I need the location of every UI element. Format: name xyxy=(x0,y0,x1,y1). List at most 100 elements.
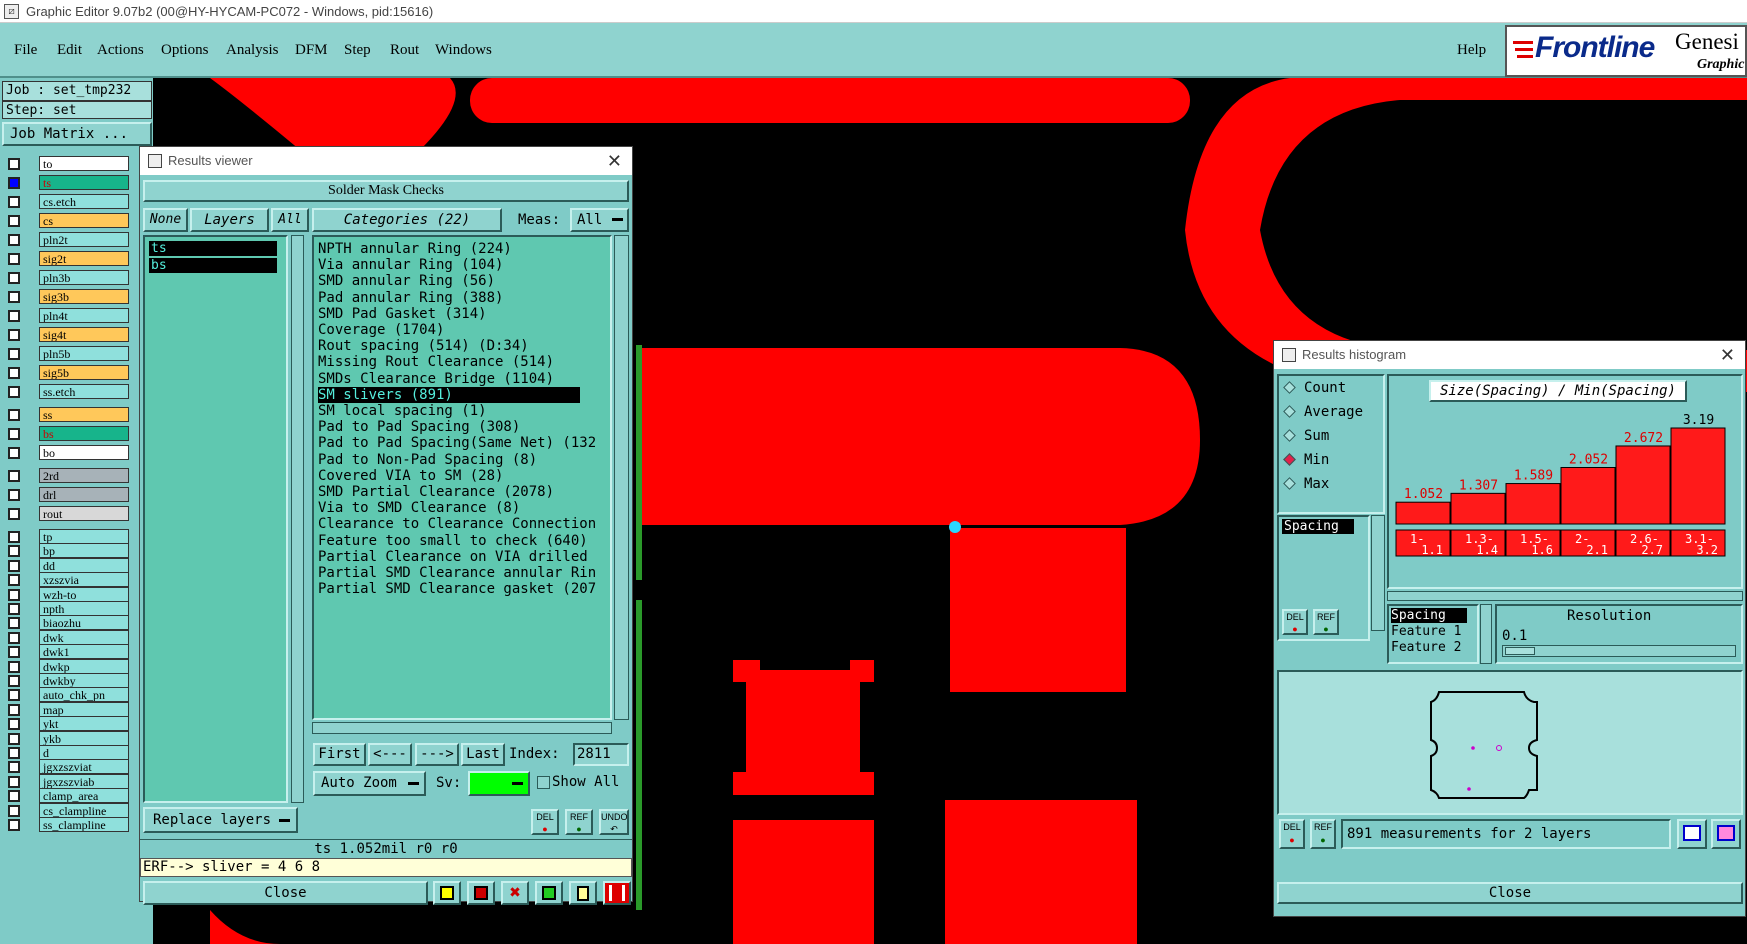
categories-scrollbar[interactable] xyxy=(614,235,629,720)
zoom-feature-button[interactable] xyxy=(1677,819,1707,849)
histogram-bar[interactable] xyxy=(1395,501,1451,525)
layer-row-ts[interactable]: ts xyxy=(6,175,129,191)
layer-checkbox[interactable] xyxy=(8,234,20,246)
layer-checkbox[interactable] xyxy=(8,761,20,774)
layer-checkbox[interactable] xyxy=(8,689,20,702)
layer-checkbox[interactable] xyxy=(8,545,20,558)
layer-row-rout[interactable]: rout xyxy=(6,506,129,522)
layer-row-to[interactable]: to xyxy=(6,156,129,172)
radio-icon[interactable] xyxy=(1283,453,1296,466)
layer-name[interactable]: sig2t xyxy=(39,251,129,266)
layer-row-ss.etch[interactable]: ss.etch xyxy=(6,384,129,400)
category-item[interactable]: Clearance to Clearance Connection xyxy=(318,516,596,532)
layer-row-drl[interactable]: drl xyxy=(6,487,129,503)
field-item[interactable]: Spacing xyxy=(1391,608,1467,623)
layer-results-list[interactable]: ts bs xyxy=(143,235,288,803)
close-icon[interactable]: ✕ xyxy=(607,147,622,175)
mode-max[interactable]: Max xyxy=(1283,476,1329,492)
histogram-bar[interactable] xyxy=(1615,445,1671,525)
result-layer-ts[interactable]: ts xyxy=(149,241,277,256)
mode-count[interactable]: Count xyxy=(1283,380,1346,396)
layer-row-sig5b[interactable]: sig5b xyxy=(6,365,129,381)
undo-button[interactable]: UNDO ↶ xyxy=(599,809,629,835)
menu-windows[interactable]: Windows xyxy=(435,42,492,59)
menu-file[interactable]: File xyxy=(14,42,37,59)
layer-checkbox[interactable] xyxy=(8,646,20,659)
layer-name[interactable]: pln3b xyxy=(39,270,129,285)
last-button[interactable]: Last xyxy=(461,743,505,766)
layer-checkbox[interactable] xyxy=(8,470,20,482)
layer-name[interactable]: bo xyxy=(39,445,129,460)
categories-list[interactable]: NPTH annular Ring (224) Via annular Ring … xyxy=(312,235,612,720)
layer-name[interactable]: dwkp xyxy=(39,658,129,674)
show-all-checkbox[interactable] xyxy=(537,776,550,789)
category-item[interactable]: SMD Partial Clearance (2078) xyxy=(318,484,554,500)
menu-help[interactable]: Help xyxy=(1457,42,1486,59)
category-item[interactable]: Via to SMD Clearance (8) xyxy=(318,500,520,516)
category-item[interactable]: Missing Rout Clearance (514) xyxy=(318,354,554,370)
layer-checkbox[interactable] xyxy=(8,329,20,341)
layer-row-2rd[interactable]: 2rd xyxy=(6,468,129,484)
category-item[interactable]: Coverage (1704) xyxy=(318,322,444,338)
layer-row-pln2t[interactable]: pln2t xyxy=(6,232,129,248)
layer-list-scrollbar[interactable] xyxy=(291,235,304,803)
layer-row-pln4t[interactable]: pln4t xyxy=(6,308,129,324)
job-matrix-button[interactable]: Job Matrix ... xyxy=(2,122,152,146)
next-button[interactable]: ---> xyxy=(415,743,459,766)
radio-icon[interactable] xyxy=(1283,405,1296,418)
layer-name[interactable]: cs.etch xyxy=(39,194,129,209)
layer-name[interactable]: dwkby xyxy=(39,673,129,688)
chart-hscrollbar[interactable] xyxy=(1387,591,1743,601)
layer-name[interactable]: sig4t xyxy=(39,327,129,342)
layer-name[interactable]: cs xyxy=(39,213,129,228)
layer-checkbox[interactable] xyxy=(8,703,20,716)
layer-name[interactable]: ss.etch xyxy=(39,384,129,399)
layer-checkbox[interactable] xyxy=(8,718,20,731)
layers-button[interactable]: Layers xyxy=(190,208,269,232)
layer-checkbox[interactable] xyxy=(8,409,20,421)
field-item[interactable]: Feature 1 xyxy=(1391,624,1467,639)
layer-row-cs.etch[interactable]: cs.etch xyxy=(6,194,129,210)
layer-checkbox[interactable] xyxy=(8,819,20,831)
layer-name[interactable]: ts xyxy=(39,175,129,190)
category-item[interactable]: Pad annular Ring (388) xyxy=(318,290,503,306)
layer-checkbox[interactable] xyxy=(8,158,20,170)
layer-name[interactable]: dwk1 xyxy=(39,644,129,660)
layer-checkbox[interactable] xyxy=(8,775,20,788)
layer-name[interactable]: bp xyxy=(39,543,129,559)
layer-row-sig2t[interactable]: sig2t xyxy=(6,251,129,267)
histogram-bar[interactable] xyxy=(1450,492,1506,525)
layer-name[interactable]: tp xyxy=(39,529,129,544)
layer-checkbox[interactable] xyxy=(8,253,20,265)
layer-checkbox[interactable] xyxy=(8,531,20,543)
histogram-bar[interactable] xyxy=(1505,483,1561,525)
layer-checkbox[interactable] xyxy=(8,489,20,501)
layer-checkbox[interactable] xyxy=(8,291,20,303)
resolution-slider[interactable] xyxy=(1502,645,1736,657)
radio-icon[interactable] xyxy=(1283,381,1296,394)
category-item[interactable]: Pad to Pad Spacing(Same Net) (132 xyxy=(318,435,596,451)
layer-name[interactable]: to xyxy=(39,156,129,171)
menu-actions[interactable]: Actions xyxy=(97,42,144,59)
fields-scrollbar[interactable] xyxy=(1480,604,1492,664)
category-item[interactable]: Feature too small to check (640) xyxy=(318,533,588,549)
layer-checkbox[interactable] xyxy=(8,603,20,615)
layer-checkbox[interactable] xyxy=(8,508,20,520)
del-button[interactable]: DEL ● xyxy=(531,809,559,835)
category-item[interactable]: Partial SMD Clearance gasket (207 xyxy=(318,581,596,597)
replace-layers-dropdown[interactable]: Replace layers xyxy=(143,807,298,833)
field-item[interactable]: Feature 2 xyxy=(1391,640,1467,655)
menu-rout[interactable]: Rout xyxy=(390,42,419,59)
category-item[interactable]: NPTH annular Ring (224) xyxy=(318,241,512,257)
layer-row-pln5b[interactable]: pln5b xyxy=(6,346,129,362)
histogram-bar[interactable] xyxy=(1560,466,1616,525)
layer-name[interactable]: 2rd xyxy=(39,468,129,483)
layer-name[interactable]: xzszvia xyxy=(39,572,129,588)
toolbar-icon-3[interactable]: ✖ xyxy=(501,881,529,905)
category-item[interactable]: Pad to Non-Pad Spacing (8) xyxy=(318,452,537,468)
layer-checkbox[interactable] xyxy=(8,215,20,227)
close-button[interactable]: Close xyxy=(143,881,428,905)
category-item[interactable]: Partial Clearance on VIA drilled xyxy=(318,549,588,565)
menu-analysis[interactable]: Analysis xyxy=(226,42,279,59)
layer-name[interactable]: clamp_area xyxy=(39,788,129,804)
